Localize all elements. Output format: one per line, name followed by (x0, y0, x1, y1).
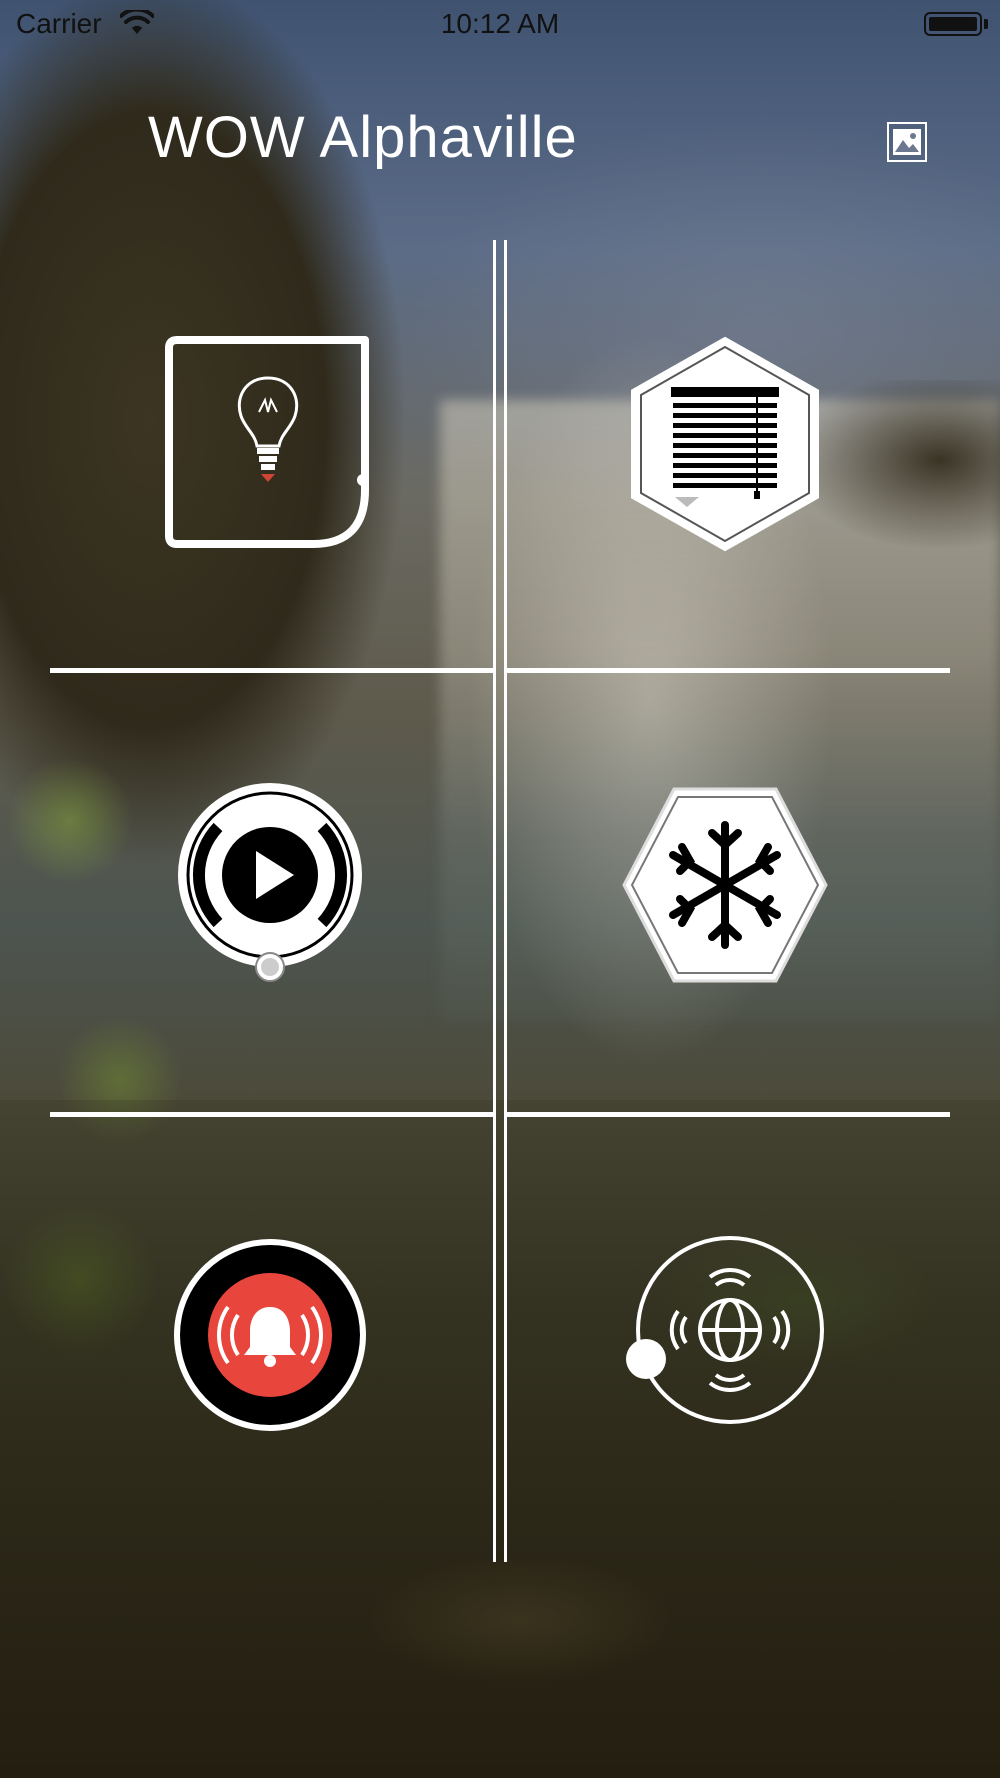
tile-alarm[interactable] (50, 1115, 490, 1555)
globe-signal-icon (626, 1236, 824, 1424)
tile-climate[interactable] (505, 665, 945, 1105)
snowflake-icon (622, 787, 828, 983)
page-title: WOW Alphaville (148, 105, 578, 170)
window-blinds-icon (631, 336, 819, 552)
play-icon (178, 783, 362, 982)
tile-blinds[interactable] (505, 225, 945, 665)
lightbulb-icon (165, 336, 369, 548)
change-background-button[interactable] (887, 122, 927, 162)
image-icon (889, 129, 925, 164)
clock: 10:12 AM (440, 8, 560, 39)
battery-icon (924, 12, 982, 36)
home-screen: Carrier 10:12 AM WOW Alphaville (0, 0, 1000, 1778)
tile-media[interactable] (50, 670, 490, 1110)
alarm-bell-icon (174, 1239, 366, 1431)
tile-lighting[interactable] (50, 225, 490, 665)
battery-tip (984, 19, 988, 29)
tile-sensors[interactable] (505, 1110, 945, 1550)
grid-divider-vertical-left (493, 240, 496, 1562)
status-bar: Carrier 10:12 AM (0, 0, 1000, 48)
